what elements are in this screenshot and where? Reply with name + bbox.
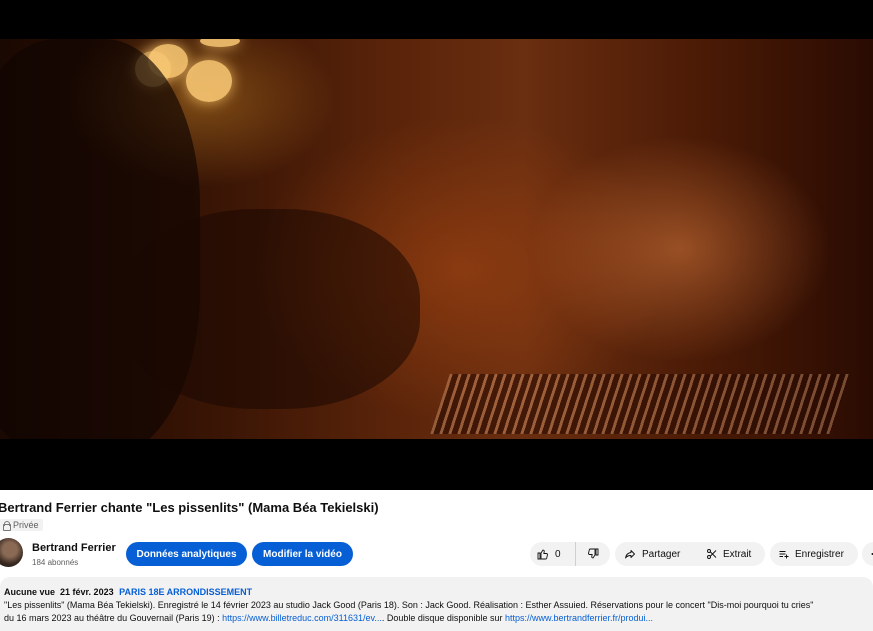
analytics-button[interactable]: Données analytiques <box>126 542 247 566</box>
pianist-arm <box>120 209 420 409</box>
clip-label: Extrait <box>723 548 752 560</box>
description-line: "Les pissenlits" (Mama Béa Tekielski). E… <box>4 600 814 610</box>
thumb-down-icon <box>588 548 599 559</box>
channel-name[interactable]: Bertrand Ferrier <box>32 542 116 554</box>
description-meta: Aucune vue 21 févr. 2023 PARIS 18E ARRON… <box>4 586 873 599</box>
edit-video-button[interactable]: Modifier la vidéo <box>252 542 353 566</box>
ticket-link[interactable]: https://www.billetreduc.com/311631/ev... <box>222 613 382 623</box>
like-dislike-group: 0 <box>530 542 610 566</box>
dislike-button[interactable] <box>576 542 610 566</box>
like-button[interactable]: 0 <box>530 542 576 566</box>
description-text: . Double disque disponible sur <box>381 613 505 623</box>
clip-button[interactable]: Extrait <box>698 542 765 566</box>
bokeh-light <box>200 39 240 47</box>
save-label: Enregistrer <box>795 548 844 560</box>
privacy-badge[interactable]: Privée <box>0 519 43 531</box>
description-text: du 16 mars 2023 au théâtre du Gouvernail… <box>4 613 223 623</box>
channel-row: Bertrand Ferrier 184 abonnés Données ana… <box>0 536 873 572</box>
more-actions-button[interactable] <box>862 542 873 566</box>
video-title: Bertrand Ferrier chante "Les pissenlits"… <box>0 500 379 515</box>
privacy-label: Privée <box>13 520 39 530</box>
description-line: du 16 mars 2023 au théâtre du Gouvernail… <box>4 612 873 625</box>
scissors-icon <box>707 549 717 559</box>
avatar[interactable] <box>0 538 23 567</box>
like-count: 0 <box>555 548 561 560</box>
share-label: Partager <box>642 548 681 560</box>
upload-date: 21 févr. 2023 <box>60 587 114 597</box>
view-count: Aucune vue <box>4 587 56 597</box>
subscriber-count: 184 abonnés <box>32 558 79 567</box>
video-player[interactable] <box>0 0 873 490</box>
bokeh-light <box>186 60 232 102</box>
video-frame[interactable] <box>0 39 873 439</box>
location-tag[interactable]: PARIS 18E ARRONDISSEMENT <box>119 587 252 597</box>
lock-icon <box>2 521 11 531</box>
shop-link[interactable]: https://www.bertrandferrier.fr/produi... <box>505 613 653 623</box>
save-button[interactable]: Enregistrer <box>770 542 858 566</box>
piano-keys <box>430 374 850 434</box>
playlist-add-icon <box>779 551 789 559</box>
share-arrow-icon <box>625 550 635 559</box>
thumb-up-icon <box>537 549 548 560</box>
description-box[interactable]: Aucune vue 21 févr. 2023 PARIS 18E ARRON… <box>0 577 873 631</box>
